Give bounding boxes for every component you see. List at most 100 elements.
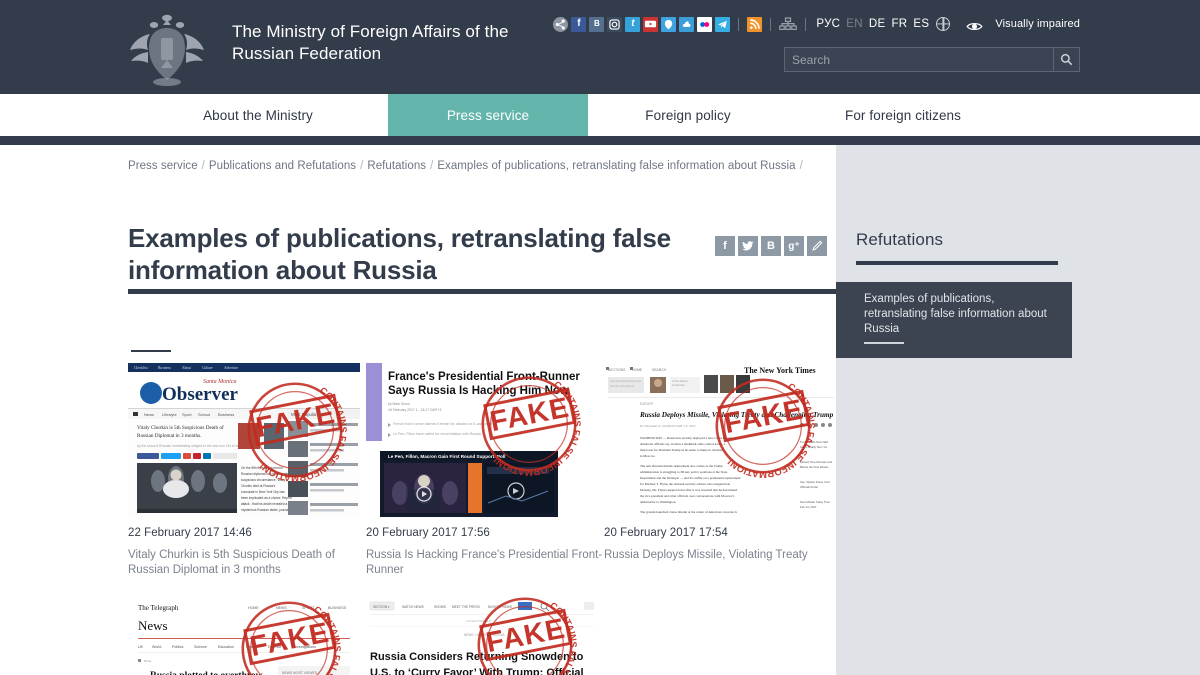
svg-text:NEWS > WORLD > RUSSIA: NEWS > WORLD > RUSSIA: [464, 633, 505, 637]
svg-text:Russia Considers Returning Sno: Russia Considers Returning Snowden to: [370, 651, 584, 663]
nav-item-foreign-policy[interactable]: Foreign policy: [588, 94, 788, 136]
breadcrumb-item-3[interactable]: Examples of publications, retranslating …: [437, 160, 795, 172]
svg-text:By MICHAEL R. GORDON FEB. 14: By MICHAEL R. GORDON FEB. 14, 2017: [640, 424, 696, 428]
share-link-button[interactable]: [807, 236, 827, 256]
sidebar-title: Refutations: [856, 230, 944, 249]
publication-date: 22 February 2017 14:46: [128, 527, 252, 539]
svg-text:Trump Picks New Nat'l: Trump Picks New Nat'l: [800, 440, 828, 444]
publication-thumbnail[interactable]: The Telegraph HOME NEWS SPORT BUSINESS News…: [128, 596, 360, 675]
eye-icon[interactable]: [966, 19, 983, 30]
nav-item-press-service[interactable]: Press service: [388, 94, 588, 136]
svg-text:the vice president and other o: the vice president and other officials o…: [640, 494, 735, 498]
language-switcher: РУС EN DE FR ES: [816, 18, 929, 30]
publication-thumbnail[interactable]: France's Presidential Front-Runner Says …: [366, 363, 598, 518]
periscope-icon[interactable]: [661, 16, 677, 32]
svg-text:Santa Monica: Santa Monica: [203, 379, 237, 385]
svg-text:Culture: Culture: [202, 366, 213, 370]
share-twitter-button[interactable]: [738, 236, 758, 256]
publication-card: SECTION ▾ WATCH NEWS SHOWS MEET THE PRESS N…: [366, 596, 604, 675]
publication-card: SECTIONS HOME SEARCH The New York Times Ge…: [604, 363, 842, 578]
lang-fr[interactable]: FR: [891, 18, 907, 30]
divider: [738, 17, 740, 31]
breadcrumb-item-2[interactable]: Refutations: [367, 160, 426, 172]
svg-text:consulate in New York City has: consulate in New York City has: [241, 490, 285, 494]
lang-de[interactable]: DE: [869, 18, 886, 30]
visually-impaired-label[interactable]: Visually impaired: [995, 18, 1080, 30]
publication-headline[interactable]: Vitaly Churkin is 5th Suspicious Death o…: [128, 548, 366, 578]
nav-bottom-rule: [0, 136, 1200, 145]
lang-en[interactable]: EN: [846, 18, 863, 30]
sidebar-item-examples-of-publications[interactable]: Examples of publications, retranslating …: [836, 282, 1072, 358]
svg-text:HOME: HOME: [248, 606, 259, 610]
nav-item-for-foreign-citizens[interactable]: For foreign citizens: [788, 94, 1018, 136]
instagram-icon[interactable]: [607, 16, 623, 32]
svg-text:SECTIONS: SECTIONS: [608, 368, 626, 372]
divider: [805, 17, 807, 31]
publication-headline[interactable]: Russia Deploys Missile, Violating Treaty: [604, 548, 842, 563]
breadcrumb-separator: /: [360, 160, 364, 172]
svg-text:Department and the Pentagon —: Department and the Pentagon — and its sc…: [640, 476, 741, 480]
soundcloud-icon[interactable]: [679, 16, 695, 32]
svg-text:been implicated as a choice. R: been implicated as a choice. Report: [241, 496, 292, 500]
svg-text:World: World: [152, 645, 161, 649]
publication-card: France's Presidential Front-Runner Says …: [366, 363, 604, 578]
breadcrumb-item-0[interactable]: Press service: [128, 160, 198, 172]
svg-text:NEWS MOST VIEWED: NEWS MOST VIEWED: [282, 671, 318, 675]
svg-text:On the fifth time at a turned: On the fifth time at a turned in: [241, 466, 283, 470]
publication-date: 20 February 2017 17:54: [604, 527, 728, 539]
tumblr-icon[interactable]: t: [625, 16, 641, 32]
breadcrumb-item-1[interactable]: Publications and Refutations: [209, 160, 356, 172]
svg-text:Lifestyle: Lifestyle: [162, 412, 177, 417]
facebook-icon[interactable]: f: [571, 16, 587, 32]
svg-text:The Telegraph: The Telegraph: [138, 604, 179, 612]
svg-text:attack - that his death reveal: attack - that his death revealed a: [241, 502, 287, 506]
breadcrumb: Press service / Publications and Refutatio…: [128, 160, 818, 172]
publication-thumbnail[interactable]: SECTIONS HOME SEARCH The New York Times Ge…: [604, 363, 836, 518]
svg-text:The new Russian missile deploy: The new Russian missile deployment also …: [640, 464, 723, 468]
svg-text:Churkin died at Russia's: Churkin died at Russia's: [241, 484, 276, 488]
publication-thumbnail[interactable]: SECTION ▾ WATCH NEWS SHOWS MEET THE PRESS N…: [366, 596, 598, 675]
rss-icon[interactable]: [747, 16, 763, 32]
telegram-icon[interactable]: [715, 16, 731, 32]
svg-text:Science: Science: [194, 645, 207, 649]
search-box: [784, 47, 1080, 72]
svg-text:The ground-launched cruise mis: The ground-launched cruise missile at th…: [640, 510, 738, 514]
svg-text:16 February 2017 1 - 18:17 GMT: 16 February 2017 1 - 18:17 GMT+3: [388, 408, 442, 412]
breadcrumb-separator: /: [799, 160, 803, 172]
nav-item-about-the-ministry[interactable]: About the Ministry: [128, 94, 388, 136]
svg-text:ADVERTISEMENT: ADVERTISEMENT: [466, 619, 492, 623]
share-googleplus-button[interactable]: g⁺: [784, 236, 804, 256]
svg-text:News: News: [144, 659, 152, 663]
main-navigation: About the Ministry Press service Foreign…: [0, 94, 1200, 136]
search-button[interactable]: [1053, 48, 1079, 71]
globe-icon[interactable]: [936, 17, 951, 31]
publication-card: Checklist Business About Culture Advertise O…: [128, 363, 366, 578]
svg-text:WATCH NEWS: WATCH NEWS: [402, 605, 424, 609]
svg-text:mysterious Russian faster, jou: mysterious Russian faster, journal.: [241, 508, 290, 512]
sidebar-item-underline: [864, 342, 904, 344]
lang-es[interactable]: ES: [913, 18, 929, 30]
svg-text:Sen. Wyden Press Conf: Sen. Wyden Press Conf: [800, 480, 830, 484]
svg-text:Investigations: Investigations: [294, 645, 316, 649]
svg-text:SECTION ▾: SECTION ▾: [373, 605, 390, 609]
sitemap-icon[interactable]: [779, 17, 798, 31]
share-icon[interactable]: [553, 16, 569, 32]
vk-icon[interactable]: B: [589, 16, 605, 32]
share-vk-button[interactable]: B: [761, 236, 781, 256]
svg-text:SHOWS: SHOWS: [434, 605, 446, 609]
svg-text:Russian diplomat has been unde: Russian diplomat has been under: [241, 472, 289, 476]
svg-text:U.S. to ‘Curry Favor’ With Tru: U.S. to ‘Curry Favor’ With Trump: Offici…: [370, 667, 584, 675]
breadcrumb-separator: /: [430, 160, 434, 172]
svg-text:SPORT: SPORT: [302, 606, 315, 610]
publication-headline[interactable]: Russia Is Hacking France's Presidential …: [366, 548, 604, 578]
svg-text:by Russian: by Russian: [672, 384, 685, 387]
svg-text:administration is struggling t: administration is struggling to fill key…: [640, 470, 728, 474]
publication-thumbnail[interactable]: Checklist Business About Culture Advertise O…: [128, 363, 360, 518]
share-facebook-button[interactable]: f: [715, 236, 735, 256]
lang-ru[interactable]: РУС: [816, 18, 840, 30]
search-input[interactable]: [785, 48, 1053, 71]
svg-text:NIGHTLY NEWS: NIGHTLY NEWS: [488, 605, 512, 609]
youtube-icon[interactable]: [643, 16, 659, 32]
sidebar-title-rule: [856, 261, 1058, 265]
flickr-icon[interactable]: [697, 16, 713, 32]
